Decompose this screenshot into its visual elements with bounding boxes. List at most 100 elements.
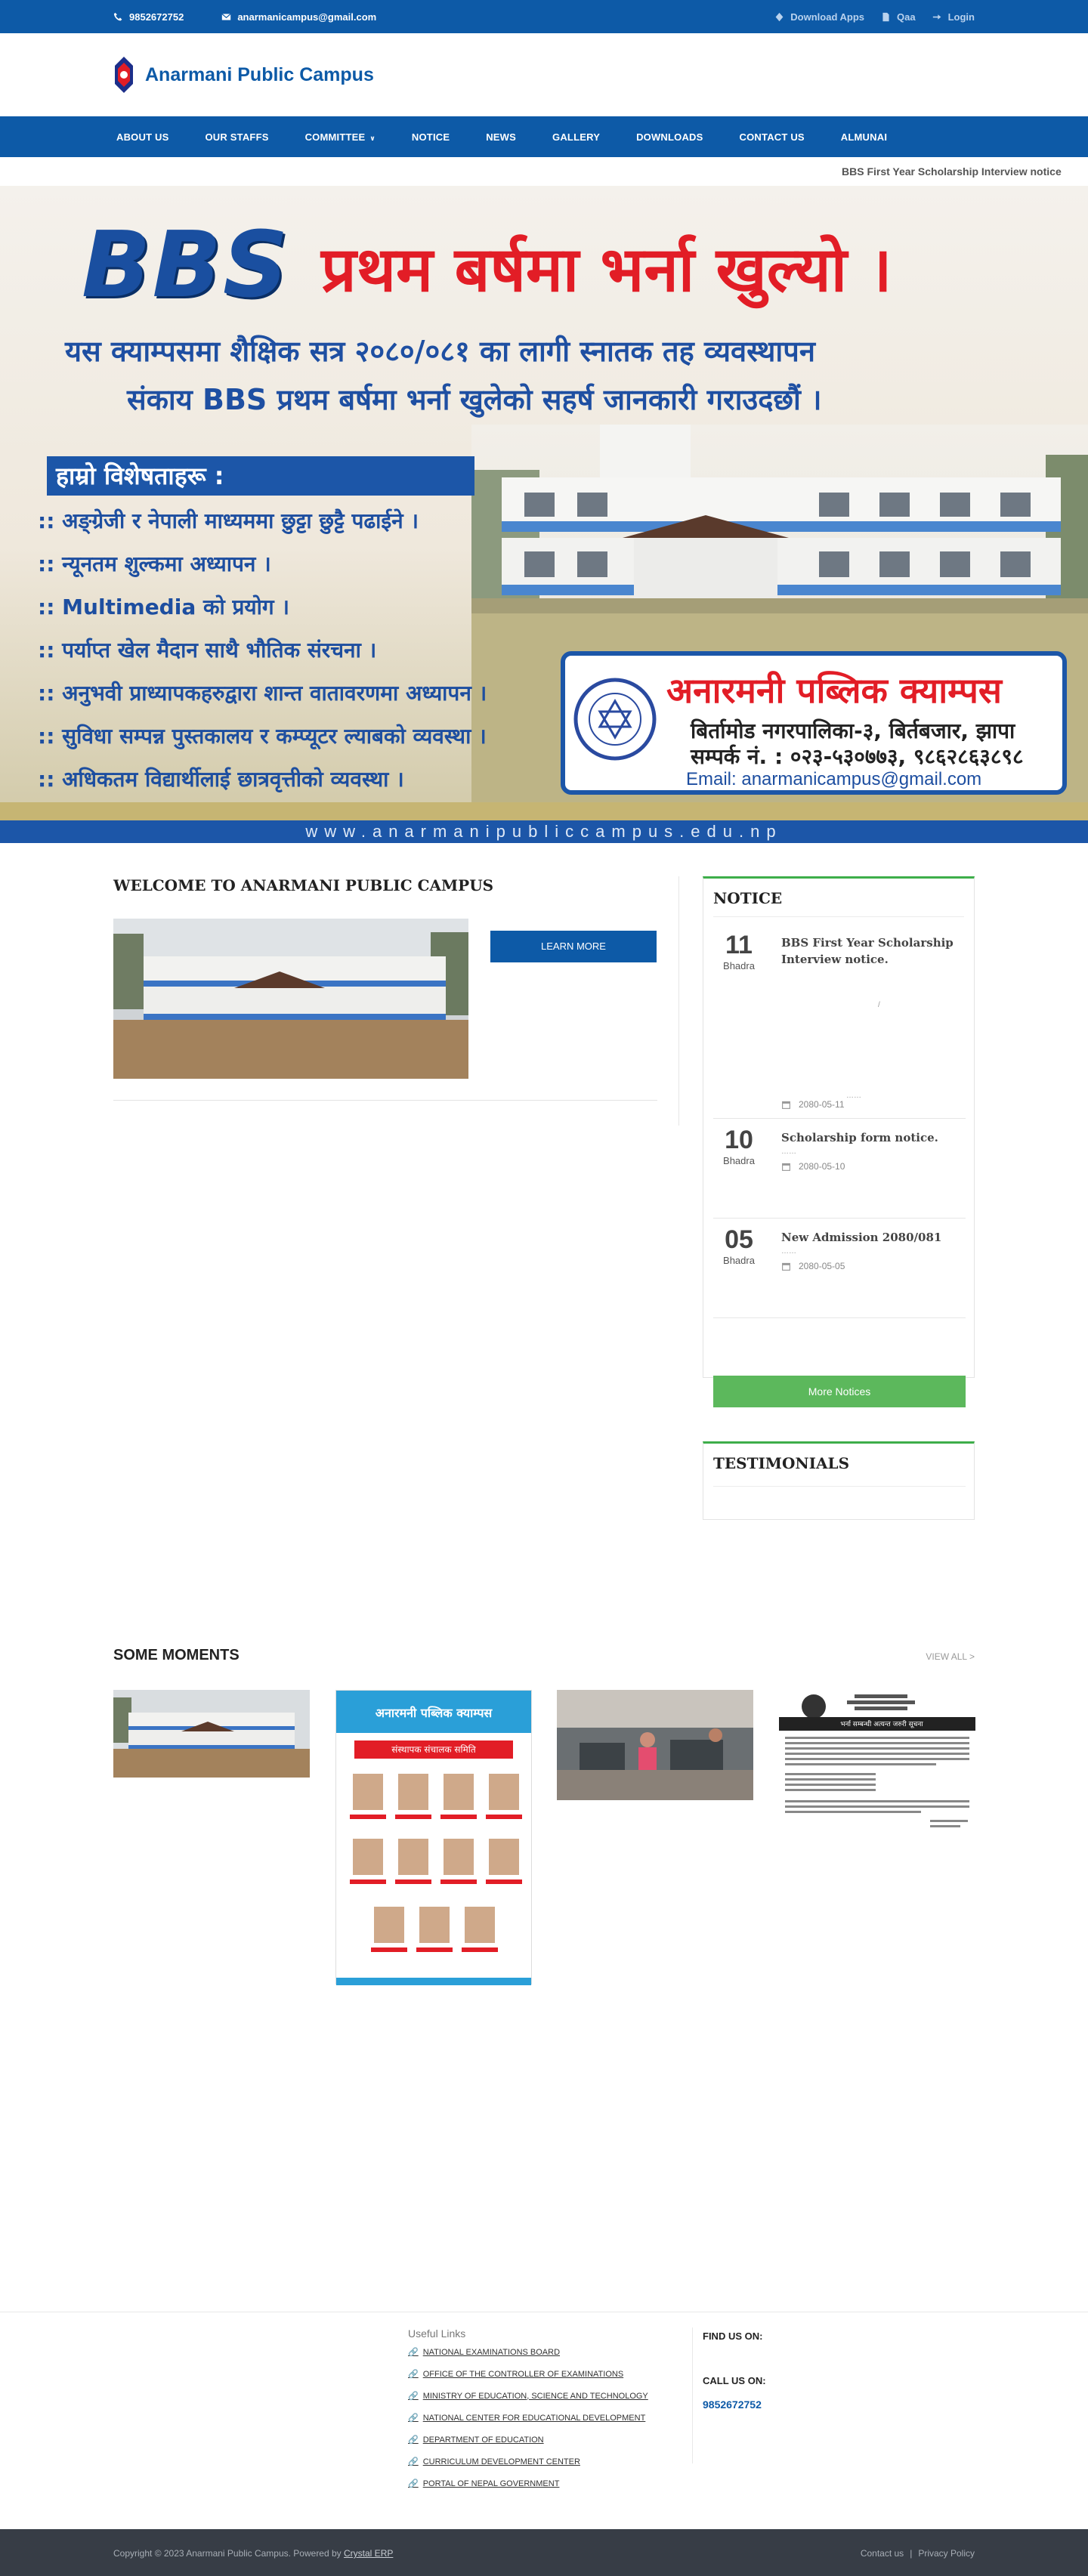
download-apps-link[interactable]: Download Apps — [774, 11, 864, 23]
notice-date: 2080-05-11 — [781, 1099, 845, 1110]
poster-subtitle: संस्थापक संचालक समिति — [354, 1740, 513, 1759]
notice-date-text: 2080-05-10 — [799, 1161, 845, 1172]
footer-phone[interactable]: 9852672752 — [703, 2398, 766, 2411]
campus-seal-icon — [573, 678, 657, 761]
footer: Useful Links 🔗 NATIONAL EXAMINATIONS BOAR… — [0, 2312, 1088, 2529]
testimonials-panel: TESTIMONIALS — [703, 1441, 975, 1520]
brand-link[interactable]: Anarmani Public Campus — [113, 33, 374, 116]
footer-link[interactable]: 🔗 DEPARTMENT OF EDUCATION — [408, 2435, 648, 2445]
nav-news[interactable]: NEWS — [486, 131, 533, 143]
notice-item[interactable]: 10 Bhadra Scholarship form notice. …… 20… — [713, 1119, 966, 1219]
footer-link-label: NATIONAL EXAMINATIONS BOARD — [422, 2347, 561, 2357]
chevron-down-icon: ∨ — [369, 134, 376, 142]
footer-link[interactable]: 🔗 NATIONAL EXAMINATIONS BOARD — [408, 2347, 648, 2358]
notice-title-link[interactable]: BBS First Year Scholarship Interview not… — [781, 934, 963, 968]
more-notices-button[interactable]: More Notices — [713, 1376, 966, 1407]
notice-day: 05 — [725, 1225, 753, 1254]
learn-more-button[interactable]: LEARN MORE — [490, 931, 657, 962]
notice-title-link[interactable]: New Admission 2080/081 — [781, 1229, 963, 1246]
gallery-image[interactable] — [557, 1690, 753, 1800]
notice-date: 2080-05-10 — [781, 1161, 845, 1172]
nav-almunai[interactable]: ALMUNAI — [841, 131, 904, 143]
footer-link[interactable]: 🔗 OFFICE OF THE CONTROLLER OF EXAMINATION… — [408, 2369, 648, 2380]
contact-info: FIND US ON: CALL US ON: 9852672752 — [703, 2330, 766, 2411]
testimonials-title: TESTIMONIALS — [713, 1454, 850, 1472]
link-icon: 🔗 — [408, 2414, 419, 2423]
footer-link[interactable]: 🔗 CURRICULUM DEVELOPMENT CENTER — [408, 2457, 648, 2467]
news-ticker: BBS First Year Scholarship Interview not… — [0, 157, 1088, 186]
gallery-image[interactable]: भर्ना सम्बन्धी अत्यन्त जरुरी सूचना — [779, 1690, 975, 1833]
banner-subtitle-2: संकाय BBS प्रथम बर्षमा भर्ना खुलेको सहर्… — [127, 383, 822, 416]
ticker-text[interactable]: BBS First Year Scholarship Interview not… — [842, 165, 1062, 178]
notice-date-text: 2080-05-05 — [799, 1261, 845, 1271]
sign-in-icon — [932, 14, 941, 20]
useful-links: Useful Links 🔗 NATIONAL EXAMINATIONS BOAR… — [408, 2327, 648, 2500]
footer-link-label: DEPARTMENT OF EDUCATION — [422, 2435, 544, 2445]
feature-item: :: न्यूनतम शुल्कमा अध्यापन । — [38, 551, 271, 576]
link-icon: 🔗 — [408, 2370, 419, 2379]
divider — [678, 876, 679, 1126]
feature-item: :: अधिकतम विद्यार्थीलाई छात्रवृत्तीको व्… — [38, 767, 404, 792]
copyright-text: Copyright © 2023 Anarmani Public Campus.… — [113, 2548, 342, 2559]
qaa-link[interactable]: Qaa — [881, 11, 916, 23]
nav-contact-us[interactable]: CONTACT US — [740, 131, 821, 143]
notice-item[interactable]: 11 Bhadra BBS First Year Scholarship Int… — [713, 924, 966, 1119]
contact-us-link[interactable]: Contact us — [861, 2548, 904, 2559]
card-address: बिर्तामोड नगरपालिका-३, बिर्तबजार, झापा — [691, 718, 1015, 743]
powered-by-link[interactable]: Crystal ERP — [344, 2548, 393, 2559]
card-phone: सम्पर्क नं. : ०२३-५३०७७३, ९८६२८६३८९८ — [691, 744, 1024, 769]
footer-link[interactable]: 🔗 PORTAL OF NEPAL GOVERNMENT — [408, 2479, 648, 2489]
email-contact[interactable]: anarmanicampus@gmail.com — [221, 11, 376, 23]
view-all-link[interactable]: VIEW ALL > — [926, 1651, 975, 1662]
login-link[interactable]: Login — [932, 11, 975, 23]
footer-link[interactable]: 🔗 MINISTRY OF EDUCATION, SCIENCE AND TECH… — [408, 2391, 648, 2401]
notice-date: 2080-05-05 — [781, 1261, 845, 1271]
feature-item: :: अङ्ग्रेजी र नेपाली माध्यममा छुट्टा छु… — [38, 508, 419, 533]
main-nav: ABOUT US OUR STAFFS COMMITTEE ∨ NOTICE NE… — [0, 116, 1088, 157]
features-heading: हाम्रो विशेषताहरू : — [47, 456, 474, 496]
copyright: Copyright © 2023 Anarmani Public Campus.… — [113, 2548, 393, 2559]
calendar-icon — [782, 1163, 790, 1171]
nav-committee-label: COMMITTEE — [304, 131, 366, 143]
nav-notice[interactable]: NOTICE — [412, 131, 466, 143]
separator: …… — [781, 1147, 796, 1156]
notice-date-text: 2080-05-11 — [799, 1099, 845, 1110]
login-label: Login — [947, 11, 975, 23]
notice-month: Bhadra — [723, 1255, 755, 1266]
nav-committee[interactable]: COMMITTEE ∨ — [305, 131, 392, 143]
qaa-label: Qaa — [897, 11, 916, 23]
nav-our-staffs[interactable]: OUR STAFFS — [206, 131, 286, 143]
nav-about-us[interactable]: ABOUT US — [113, 131, 186, 143]
notice-title-link[interactable]: Scholarship form notice. — [781, 1129, 963, 1146]
document-heading: भर्ना सम्बन्धी अत्यन्त जरुरी सूचना — [840, 1721, 923, 1728]
footer-link[interactable]: 🔗 NATIONAL CENTER FOR EDUCATIONAL DEVELOP… — [408, 2413, 648, 2423]
privacy-policy-link[interactable]: Privacy Policy — [918, 2548, 975, 2559]
nav-gallery[interactable]: GALLERY — [552, 131, 617, 143]
feature-item: :: अनुभवी प्राध्यापकहरुद्वारा शान्त वाता… — [38, 681, 487, 706]
separator: …… — [781, 1247, 796, 1256]
banner-headline: प्रथम बर्षमा भर्ना खुल्यो । — [321, 234, 892, 306]
committee-photos — [336, 1774, 531, 1985]
gallery-image[interactable]: अनारमनी पब्लिक क्याम्पस संस्थापक संचालक … — [335, 1690, 532, 1985]
poster-header: अनारमनी पब्लिक क्याम्पस — [336, 1691, 531, 1733]
phone-text: 9852672752 — [129, 11, 184, 23]
notice-month: Bhadra — [723, 960, 755, 971]
nav-downloads[interactable]: DOWNLOADS — [636, 131, 719, 143]
banner-website: www.anarmanipubliccampus.edu.np — [0, 820, 1088, 843]
link-icon: 🔗 — [408, 2435, 419, 2445]
hero-banner: BBS प्रथम बर्षमा भर्ना खुल्यो । यस क्याम… — [0, 186, 1088, 843]
footer-link-label: OFFICE OF THE CONTROLLER OF EXAMINATIONS — [422, 2369, 624, 2379]
envelope-icon — [221, 13, 231, 20]
phone-contact[interactable]: 9852672752 — [113, 11, 184, 23]
notice-item[interactable]: 05 Bhadra New Admission 2080/081 …… 2080… — [713, 1219, 966, 1318]
feature-item: :: पर्याप्त खेल मैदान साथै भौतिक संरचना … — [38, 638, 377, 663]
banner-strip — [0, 802, 1088, 820]
gallery-image[interactable] — [113, 1690, 310, 1778]
useful-links-title: Useful Links — [408, 2327, 466, 2340]
site-title: Anarmani Public Campus — [145, 63, 374, 85]
call-us-label: CALL US ON: — [703, 2375, 766, 2386]
divider — [113, 1100, 657, 1101]
separator: / — [878, 1001, 880, 1009]
feature-item: :: सुविधा सम्पन्न पुस्तकालय र कम्प्यूटर … — [38, 724, 487, 749]
welcome-section: WELCOME TO ANARMANI PUBLIC CAMPUS LEARN … — [113, 876, 657, 1103]
